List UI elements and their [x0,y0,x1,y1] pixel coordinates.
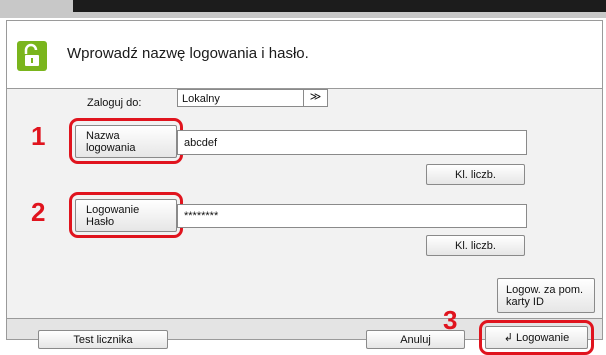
username-button-line1: Nazwa [86,129,120,142]
step-number-2: 2 [31,197,46,227]
login-button-label: Logowanie [516,331,570,344]
password-button-line1: Logowanie [86,203,140,216]
username-keypad-button[interactable]: Kl. liczb. [426,164,525,185]
id-card-login-line1: Logow. za pom. [506,283,584,296]
id-card-login-line2: karty ID [506,295,544,308]
password-field[interactable]: ******** [177,204,527,228]
top-dark-strip [73,0,606,12]
test-counter-button[interactable]: Test licznika [38,330,168,349]
step-number-1: 1 [31,121,46,151]
login-to-value: Lokalny [182,93,220,105]
dropdown-arrow-icon: ≫ [303,90,327,106]
password-keypad-button[interactable]: Kl. liczb. [426,235,525,256]
id-card-login-button[interactable]: Logow. za pom. karty ID [497,278,595,313]
login-dialog: Wprowadź nazwę logowania i hasło. Zalogu… [6,20,603,355]
return-arrow-icon: ↲ [503,331,513,344]
dialog-header: Wprowadź nazwę logowania i hasło. [7,21,602,89]
login-to-select[interactable]: Lokalny ≫ [177,89,328,107]
username-button[interactable]: Nazwa logowania [75,125,177,158]
password-button-line2: Hasło [86,215,115,228]
login-button[interactable]: ↲ Logowanie [485,326,588,349]
username-field[interactable]: abcdef [177,130,527,155]
login-to-label: Zaloguj do: [87,97,142,109]
unlock-icon [17,41,47,71]
step-number-3: 3 [443,305,458,335]
dialog-title: Wprowadź nazwę logowania i hasło. [67,45,309,62]
username-button-line2: logowania [86,141,136,154]
password-button[interactable]: Logowanie Hasło [75,199,177,232]
